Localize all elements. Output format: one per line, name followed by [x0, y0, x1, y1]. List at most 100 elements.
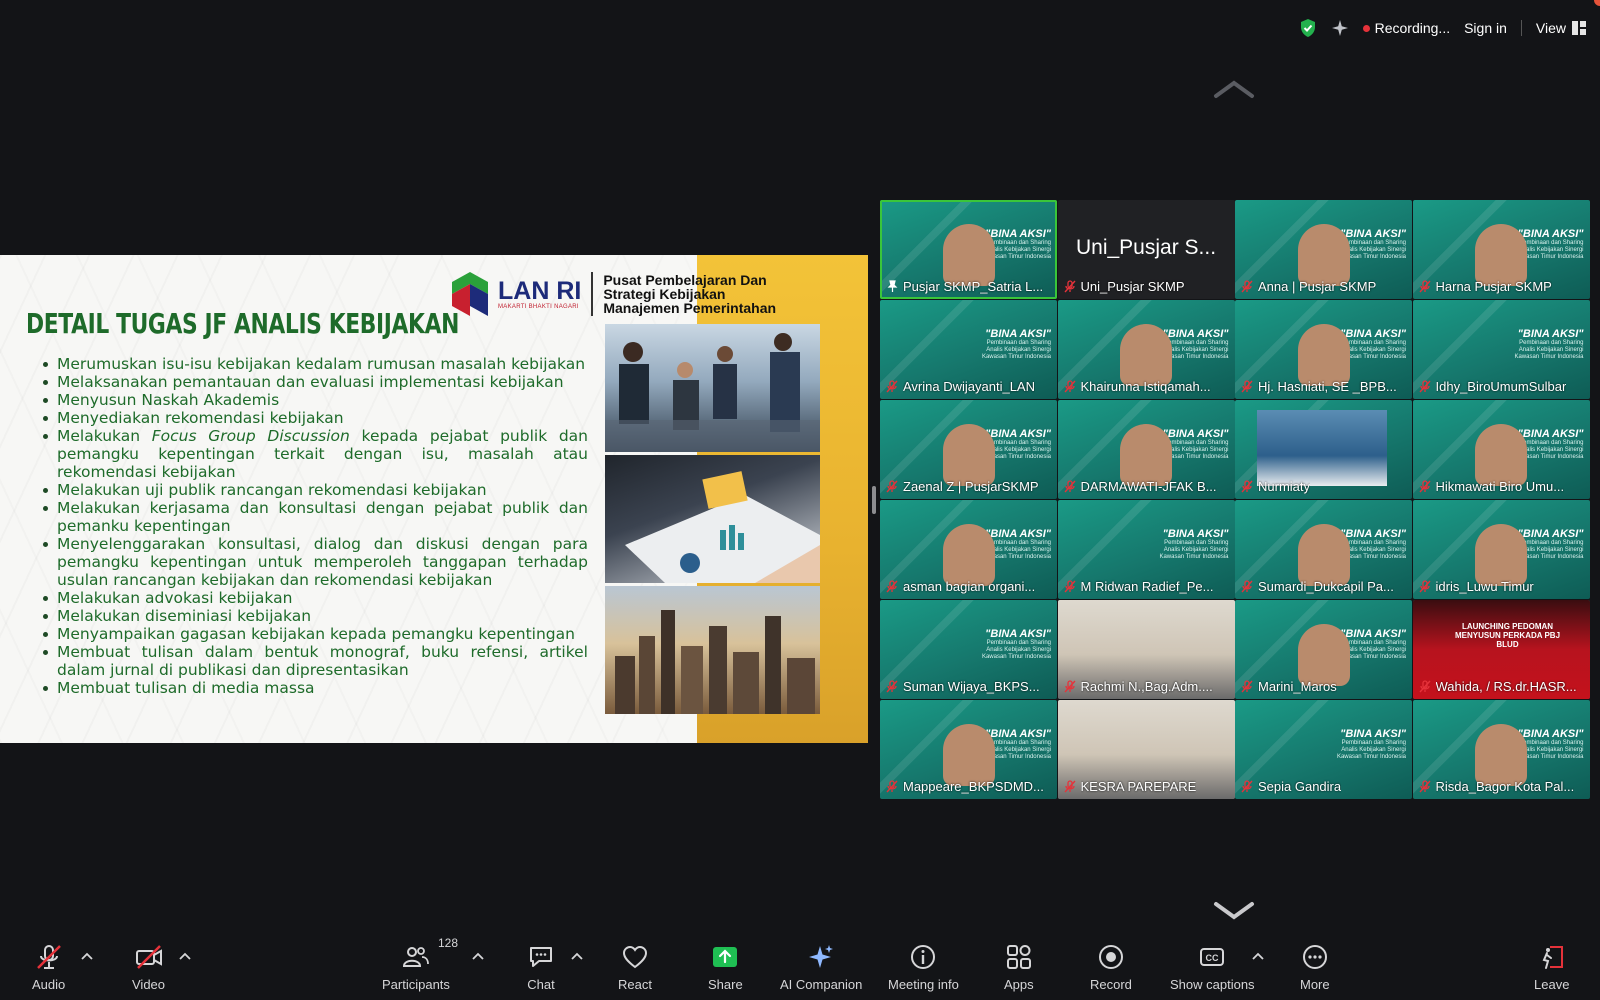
org-line-2: Strategi Kebijakan — [603, 286, 726, 302]
participant-tile[interactable]: Uni_Pusjar S... Uni_Pusjar SKMP — [1057, 200, 1235, 299]
ai-companion-button[interactable]: AI Companion — [780, 943, 862, 992]
notification-corner — [1594, 0, 1600, 6]
participant-tile[interactable]: Nurmiaty — [1235, 400, 1412, 499]
participant-tile[interactable]: "BINA AKSI" Pembinaan dan Sharing Analis K… — [1235, 500, 1412, 599]
recording-indicator[interactable]: Recording... — [1362, 20, 1450, 36]
participant-tile[interactable]: "BINA AKSI" Pembinaan dan Sharing Analis K… — [1412, 400, 1590, 499]
participant-video — [942, 724, 995, 786]
participant-tile[interactable]: "BINA AKSI" Pembinaan dan Sharing Analis K… — [1235, 600, 1412, 699]
mic-muted-icon — [886, 780, 898, 793]
participants-label: Participants — [382, 977, 450, 992]
participant-name-bar: Wahida, / RS.dr.HASR... — [1418, 679, 1586, 694]
scroll-up-chevron-icon[interactable] — [1213, 78, 1255, 100]
participant-tile[interactable]: "BINA AKSI" Pembinaan dan Sharing Analis K… — [880, 600, 1057, 699]
participant-tile[interactable]: "BINA AKSI" Pembinaan dan Sharing Analis K… — [1412, 500, 1590, 599]
mic-muted-icon — [1241, 680, 1253, 693]
video-button[interactable]: Video — [132, 943, 165, 992]
audio-button[interactable]: Audio — [32, 943, 65, 992]
view-button[interactable]: View — [1536, 20, 1586, 36]
mic-muted-icon — [1063, 580, 1076, 593]
leave-button[interactable]: Leave — [1534, 943, 1569, 992]
react-button[interactable]: React — [618, 943, 652, 992]
participant-tile[interactable]: Rachmi N.,Bag.Adm.... — [1057, 600, 1235, 699]
audio-options-caret-icon[interactable] — [81, 952, 93, 960]
ai-sparkle-icon[interactable] — [1331, 19, 1349, 37]
participant-tile[interactable]: "BINA AKSI" Pembinaan dan Sharing Analis K… — [880, 500, 1057, 599]
record-button[interactable]: Record — [1090, 943, 1132, 992]
chat-icon — [530, 947, 552, 967]
participant-name-bar: Marini_Maros — [1241, 679, 1408, 694]
panel-resize-handle[interactable] — [872, 486, 876, 514]
background-title: "BINA AKSI" — [1162, 528, 1229, 540]
background-subtitle: Kawasan Timur Indonesia — [981, 354, 1051, 360]
participant-name: asman bagian organi... — [903, 579, 1036, 594]
participant-name: Sepia Gandira — [1258, 779, 1342, 794]
more-button[interactable]: More — [1300, 943, 1330, 992]
shared-screen-slide: LAN RI MAKARTI BHAKTI NAGARI Pusat Pembe… — [0, 255, 868, 743]
participant-tile[interactable]: "BINA AKSI" Pembinaan dan Sharing Analis K… — [1235, 200, 1412, 299]
participant-name-bar: Anna | Pusjar SKMP — [1241, 279, 1408, 294]
participant-name-bar: Sepia Gandira — [1241, 779, 1408, 794]
participant-tile[interactable]: "BINA AKSI" Pembinaan dan Sharing Analis K… — [880, 300, 1057, 399]
list-item: Melakukan kerjasama dan konsultasi denga… — [40, 499, 588, 535]
participant-tile[interactable]: "BINA AKSI" Pembinaan dan Sharing Analis K… — [1412, 300, 1590, 399]
participants-icon — [402, 947, 429, 967]
participant-video — [1297, 624, 1350, 686]
participant-tile[interactable]: "BINA AKSI" Pembinaan dan Sharing Analis K… — [1235, 300, 1412, 399]
list-item: Membuat tulisan dalam bentuk monograf, b… — [40, 643, 588, 679]
more-dots-icon — [1302, 945, 1327, 969]
participant-video — [1297, 324, 1350, 386]
participant-name: KESRA PAREPARE — [1080, 779, 1197, 794]
info-icon — [911, 945, 936, 969]
participant-tile[interactable]: "BINA AKSI" Pembinaan dan Sharing Analis K… — [1057, 400, 1235, 499]
sign-in-link[interactable]: Sign in — [1464, 20, 1507, 36]
video-label: Video — [132, 977, 166, 992]
mic-muted-icon — [1418, 780, 1431, 793]
mic-muted-icon — [1063, 280, 1076, 293]
mic-muted-icon — [1241, 580, 1253, 593]
meeting-info-button[interactable]: Meeting info — [888, 943, 959, 992]
slide-title: DETAIL TUGAS JF ANALIS KEBIJAKAN — [26, 307, 459, 340]
top-bar: Recording... Sign in View — [0, 0, 1600, 54]
chat-button[interactable]: Chat — [527, 943, 555, 992]
participant-tile[interactable]: "BINA AKSI" Pembinaan dan Sharing Analis K… — [880, 700, 1057, 799]
captions-options-caret-icon[interactable] — [1252, 952, 1264, 960]
react-label: React — [618, 977, 652, 992]
participant-video — [942, 224, 995, 286]
participant-tile[interactable]: KESRA PAREPARE — [1057, 700, 1235, 799]
background-subtitle: Pembinaan dan Sharing — [986, 340, 1051, 346]
apps-button[interactable]: Apps — [1004, 943, 1034, 992]
participant-video — [1475, 524, 1527, 586]
share-button[interactable]: Share — [708, 943, 743, 992]
participants-button[interactable]: Participants — [382, 943, 450, 992]
logo-wordmark: LAN RI MAKARTI BHAKTI NAGARI — [498, 278, 581, 310]
logo-tagline: MAKARTI BHAKTI NAGARI — [498, 303, 579, 310]
participant-tile[interactable]: "BINA AKSI" Pembinaan dan Sharing Analis K… — [1412, 200, 1590, 299]
participant-video — [1475, 224, 1527, 286]
mic-muted-icon — [886, 580, 898, 593]
audio-label: Audio — [32, 977, 66, 992]
participant-tile[interactable]: "BINA AKSI" Pembinaan dan Sharing Analis K… — [1057, 500, 1235, 599]
mic-muted-icon — [1241, 480, 1253, 493]
divider — [1520, 20, 1522, 36]
mic-muted-icon — [1063, 680, 1076, 693]
participant-tile[interactable]: "BINA AKSI" Pembinaan dan Sharing Analis K… — [880, 400, 1057, 499]
list-item: Menyelenggarakan konsultasi, dialog dan … — [40, 535, 588, 589]
participants-options-caret-icon[interactable] — [472, 952, 484, 960]
chat-options-caret-icon[interactable] — [571, 952, 583, 960]
video-options-caret-icon[interactable] — [179, 952, 191, 960]
show-captions-button[interactable]: CC Show captions — [1170, 943, 1255, 992]
participant-tile[interactable]: LAUNCHING PEDOMAN MENYUSUN PERKADA PBJ B… — [1412, 600, 1590, 699]
participant-tile[interactable]: "BINA AKSI" Pembinaan dan Sharing Analis K… — [1057, 300, 1235, 399]
participant-tile[interactable]: "BINA AKSI" Pembinaan dan Sharing Analis K… — [1412, 700, 1590, 799]
scroll-down-chevron-icon[interactable] — [1213, 900, 1255, 922]
background-subtitle: Analis Kebijakan Sinergi — [986, 647, 1051, 653]
encryption-shield-icon[interactable] — [1299, 18, 1317, 38]
participant-name: Hj. Hasniati, SE _BPB... — [1258, 379, 1397, 394]
participant-tile[interactable]: "BINA AKSI" Pembinaan dan Sharing Analis K… — [1235, 700, 1412, 799]
launch-banner-text: LAUNCHING PEDOMAN MENYUSUN PERKADA PBJ B… — [1454, 622, 1561, 649]
shared-video-feed — [1257, 410, 1387, 486]
record-icon — [1098, 945, 1123, 969]
participant-name-bar: Risda_Bagor Kota Pal... — [1418, 779, 1586, 794]
participant-tile[interactable]: "BINA AKSI" Pembinaan dan Sharing Analis K… — [880, 200, 1057, 299]
